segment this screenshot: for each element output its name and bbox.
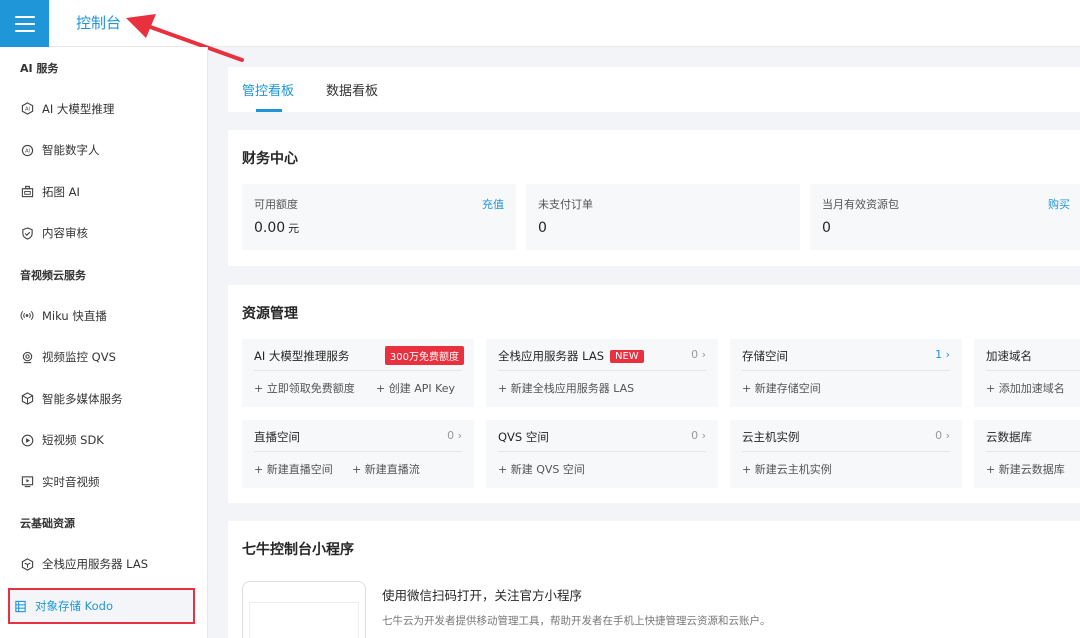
resource-count: 1 › xyxy=(935,348,950,361)
video-screen-icon xyxy=(20,475,34,489)
miniprogram-card: 七牛控制台小程序 使用微信扫码打开，关注官方小程序 七牛云为开发者提供移动管理工… xyxy=(228,521,1080,638)
sidebar-item-kodo[interactable]: 对象存储 Kodo xyxy=(8,588,195,624)
sidebar-item-miku-live[interactable]: Miku 快直播 xyxy=(0,295,207,337)
resource-name: 全栈应用服务器 LAS NEW xyxy=(498,348,644,364)
resource-las[interactable]: 全栈应用服务器 LAS NEW 0 › + 新建全栈应用服务器 LAS xyxy=(486,339,718,407)
create-live-space-link[interactable]: + 新建直播空间 xyxy=(254,461,333,477)
resource-ai-inference[interactable]: AI 大模型推理服务 300万免费额度 + 立即领取免费额度 + 创建 API … xyxy=(242,339,474,407)
resource-name: AI 大模型推理服务 xyxy=(254,349,350,363)
resource-count: 0 › xyxy=(691,429,706,442)
claim-free-quota-link[interactable]: + 立即领取免费额度 xyxy=(254,380,355,396)
miniprogram-description: 七牛云为开发者提供移动管理工具，帮助开发者在手机上快捷管理云资源和云账户。 xyxy=(382,615,771,627)
sidebar-item-label: 全栈应用服务器 LAS xyxy=(42,557,148,572)
resource-name: 存储空间 xyxy=(742,349,788,363)
resource-count: 0 › xyxy=(691,348,706,361)
tab-control-board[interactable]: 管控看板 xyxy=(242,80,294,99)
sidebar-item-tutu-ai[interactable]: 拓图 AI xyxy=(0,171,207,213)
resource-name: 直播空间 xyxy=(254,430,300,444)
resource-cvm[interactable]: 云主机实例 0 › + 新建云主机实例 xyxy=(730,420,962,488)
sidebar-item-label: 对象存储 Kodo xyxy=(35,599,113,613)
finance-box-label: 当月有效资源包 xyxy=(822,198,899,211)
dashboard-tabs: 管控看板 数据看板 xyxy=(228,67,1080,112)
create-cloud-db-link[interactable]: + 新建云数据库 xyxy=(986,461,1065,477)
digital-human-icon: AI xyxy=(20,143,34,157)
app-title[interactable]: 控制台 xyxy=(76,12,121,33)
sidebar-item-rtc[interactable]: 实时音视频 xyxy=(0,461,207,503)
resource-count: 0 › xyxy=(447,429,462,442)
ai-chip-icon: AI xyxy=(20,102,34,116)
resource-title: 资源管理 xyxy=(242,306,298,322)
finance-box-balance: 可用额度 充值 0.00 元 xyxy=(242,184,516,250)
create-qvs-space-link[interactable]: + 新建 QVS 空间 xyxy=(498,461,585,477)
sidebar-item-label: Miku 快直播 xyxy=(42,308,107,323)
server-cube-icon xyxy=(20,557,34,571)
create-las-link[interactable]: + 新建全栈应用服务器 LAS xyxy=(498,380,634,396)
resource-card: 资源管理 AI 大模型推理服务 300万免费额度 + 立即领取免费额度 + 创建… xyxy=(228,285,1080,503)
sidebar-item-label: 实时音视频 xyxy=(42,474,100,489)
camera-icon xyxy=(20,350,34,364)
finance-box-packages: 当月有效资源包 购买 0 xyxy=(810,184,1080,250)
resource-name: 加速域名 xyxy=(986,349,1032,363)
finance-title: 财务中心 xyxy=(242,151,298,167)
finance-box-label: 未支付订单 xyxy=(538,198,593,211)
unpaid-orders-value: 0 xyxy=(538,220,547,236)
phone-mockup xyxy=(242,581,366,638)
sidebar-item-qvs[interactable]: 视频监控 QVS xyxy=(0,337,207,379)
hamburger-menu-button[interactable] xyxy=(0,0,49,47)
create-api-key-link[interactable]: + 创建 API Key xyxy=(376,380,455,396)
shield-check-icon xyxy=(20,226,34,240)
packages-value: 0 xyxy=(822,220,831,236)
add-domain-link[interactable]: + 添加加速域名 xyxy=(986,380,1065,396)
balance-value: 0.00 元 xyxy=(254,220,300,236)
sidebar: AI 服务 AI AI 大模型推理 AI 智能数字人 拓图 AI 内容审核 音视… xyxy=(0,47,208,638)
finance-card: 财务中心 可用额度 充值 0.00 元 未支付订单 0 当月有效资源包 购买 0 xyxy=(228,130,1080,266)
sidebar-item-ai-inference[interactable]: AI AI 大模型推理 xyxy=(0,88,207,130)
create-cvm-link[interactable]: + 新建云主机实例 xyxy=(742,461,832,477)
sidebar-item-short-video-sdk[interactable]: 短视频 SDK xyxy=(0,420,207,462)
finance-box-unpaid[interactable]: 未支付订单 0 xyxy=(526,184,800,250)
sidebar-item-content-review[interactable]: 内容审核 xyxy=(0,213,207,255)
sidebar-section-title: AI 服务 xyxy=(20,61,59,75)
sidebar-item-las[interactable]: 全栈应用服务器 LAS xyxy=(0,544,207,586)
broadcast-icon xyxy=(20,309,34,323)
sidebar-section-title: 云基础资源 xyxy=(20,517,75,530)
sidebar-item-label: 智能多媒体服务 xyxy=(42,391,123,406)
free-quota-badge: 300万免费额度 xyxy=(384,346,464,365)
play-circle-icon xyxy=(20,433,34,447)
sidebar-item-label: 拓图 AI xyxy=(42,184,80,199)
sidebar-item-label: 智能数字人 xyxy=(42,143,100,158)
miniprogram-title: 七牛控制台小程序 xyxy=(242,542,354,558)
finance-box-label: 可用额度 xyxy=(254,198,298,211)
svg-text:AI: AI xyxy=(25,148,30,154)
sidebar-item-multimedia[interactable]: 智能多媒体服务 xyxy=(0,378,207,420)
create-live-stream-link[interactable]: + 新建直播流 xyxy=(352,461,420,477)
resource-bucket[interactable]: 存储空间 1 › + 新建存储空间 xyxy=(730,339,962,407)
tab-active-indicator xyxy=(256,109,282,112)
resource-cloud-db[interactable]: 云数据库 + 新建云数据库 xyxy=(974,420,1080,488)
create-bucket-link[interactable]: + 新建存储空间 xyxy=(742,380,821,396)
resource-count: 0 › xyxy=(935,429,950,442)
new-badge: NEW xyxy=(610,350,644,363)
hamburger-icon xyxy=(14,15,35,32)
resource-live-space[interactable]: 直播空间 0 › + 新建直播空间 + 新建直播流 xyxy=(242,420,474,488)
sidebar-section-title: 音视频云服务 xyxy=(20,268,86,282)
svg-text:AI: AI xyxy=(25,107,30,113)
miniprogram-headline: 使用微信扫码打开，关注官方小程序 xyxy=(382,588,583,603)
sidebar-item-digital-human[interactable]: AI 智能数字人 xyxy=(0,130,207,172)
cube-icon xyxy=(20,392,34,406)
resource-cdn-domain[interactable]: 加速域名 + 添加加速域名 xyxy=(974,339,1080,407)
sidebar-item-label: AI 大模型推理 xyxy=(42,101,115,116)
resource-qvs[interactable]: QVS 空间 0 › + 新建 QVS 空间 xyxy=(486,420,718,488)
sidebar-item-label: 短视频 SDK xyxy=(42,433,104,448)
tab-data-board[interactable]: 数据看板 xyxy=(326,80,378,99)
sidebar-item-label: 内容审核 xyxy=(42,226,88,241)
resource-name: 云主机实例 xyxy=(742,430,800,444)
buy-link[interactable]: 购买 xyxy=(1048,196,1070,212)
recharge-link[interactable]: 充值 xyxy=(482,196,504,212)
resource-name: QVS 空间 xyxy=(498,430,549,444)
image-ai-icon xyxy=(20,185,34,199)
sidebar-item-label: 视频监控 QVS xyxy=(42,350,116,365)
resource-name: 云数据库 xyxy=(986,430,1032,444)
storage-icon xyxy=(13,599,27,613)
